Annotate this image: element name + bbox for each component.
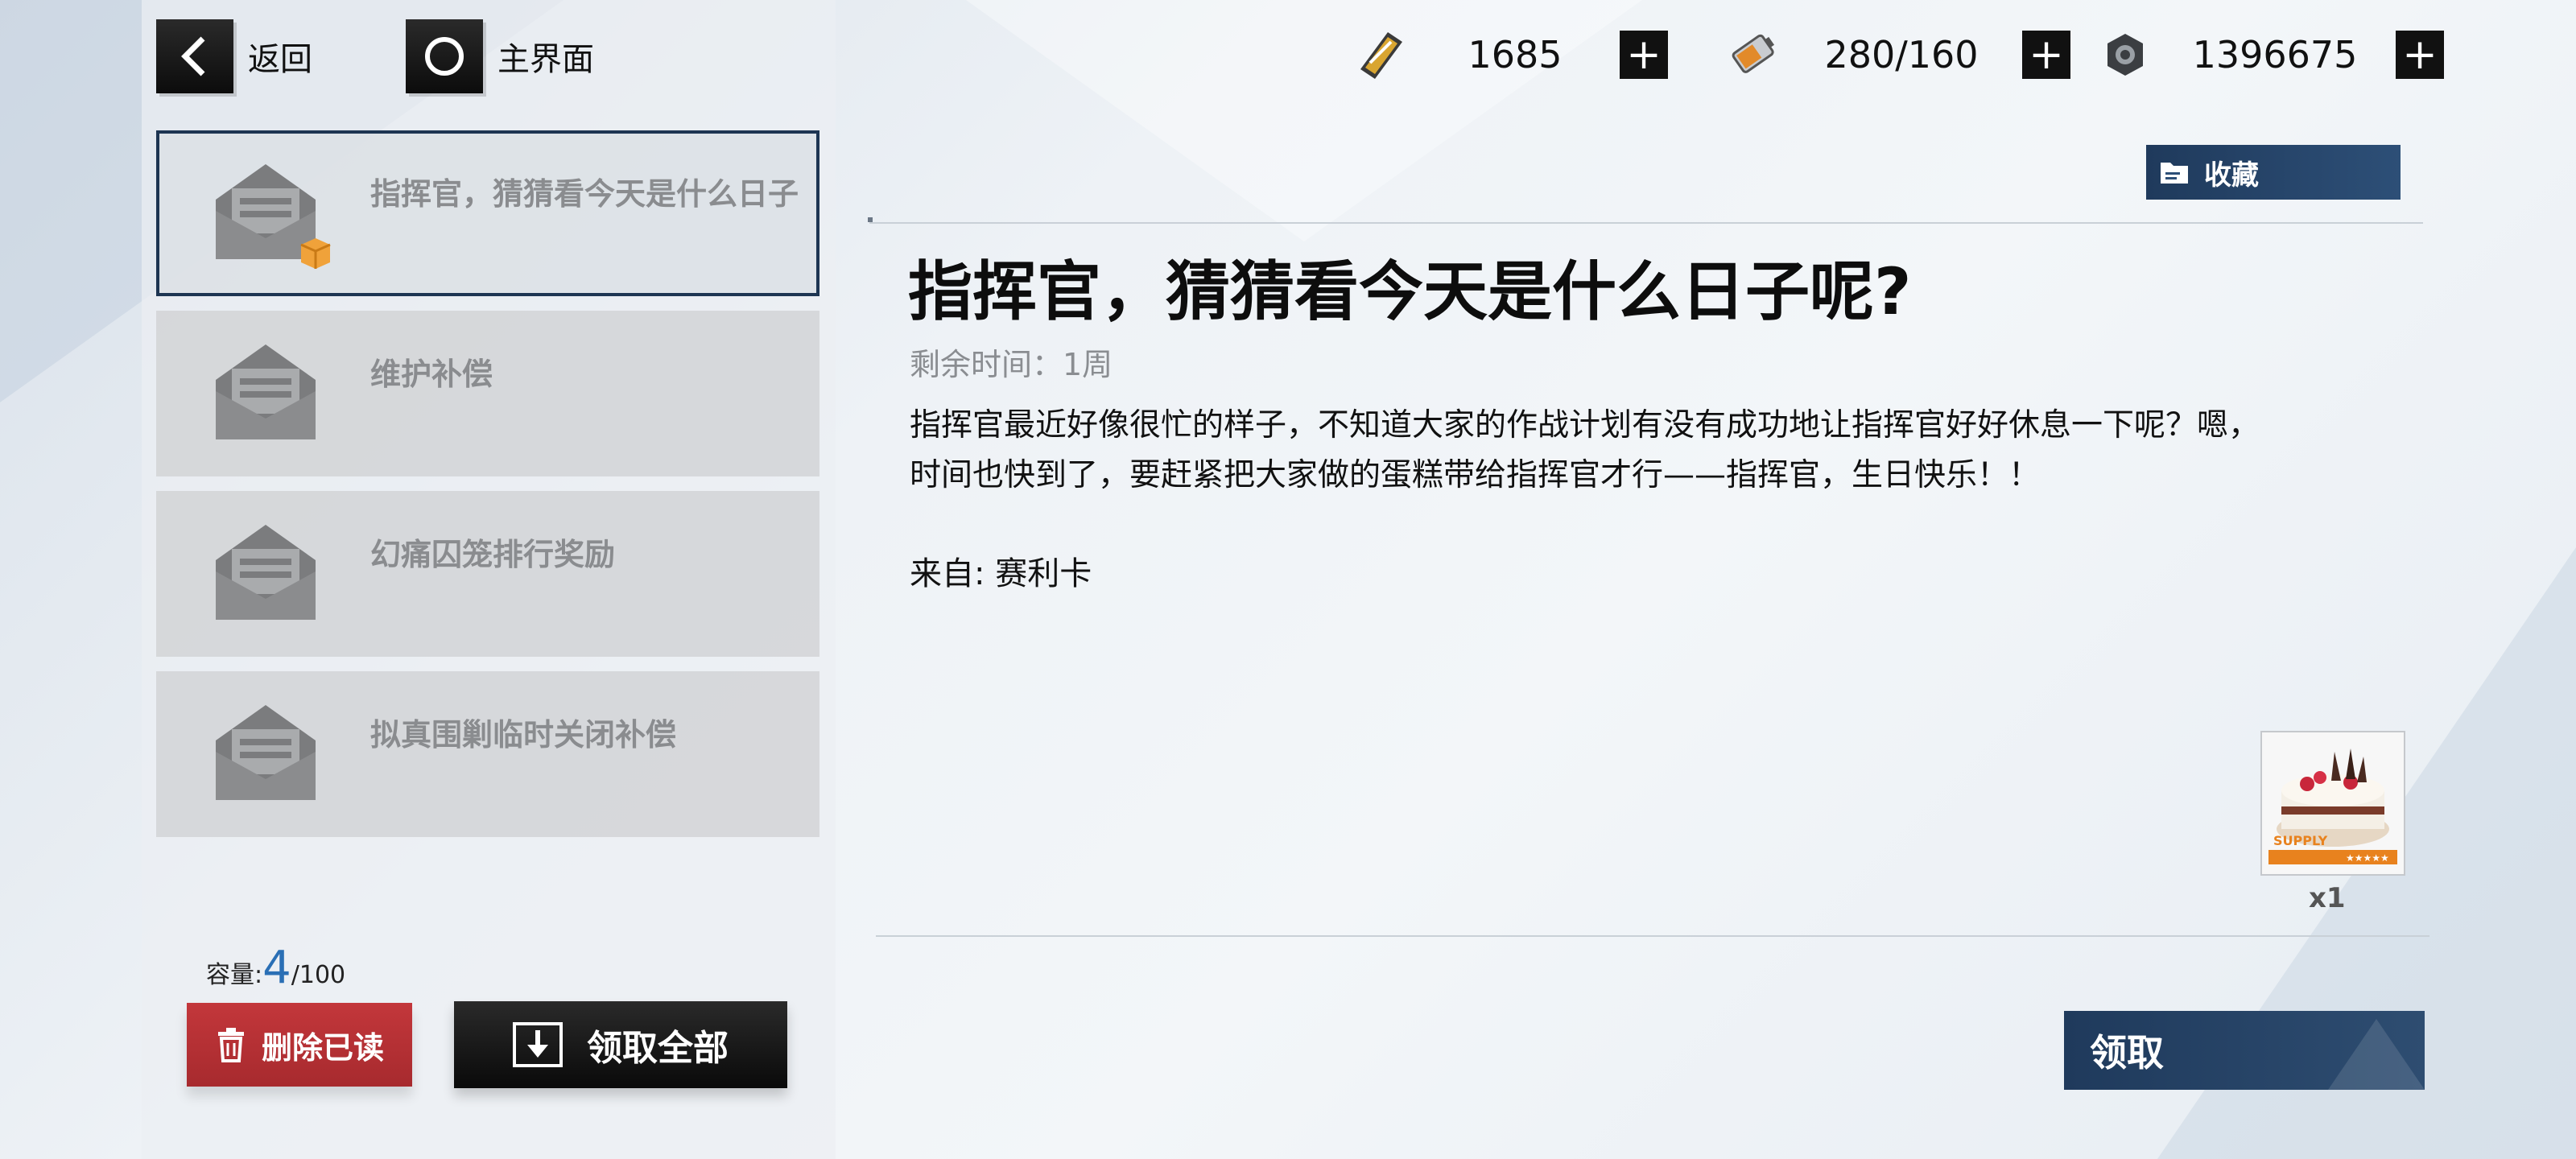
resource-parts: 1396675 +: [2096, 27, 2444, 82]
add-battery-button[interactable]: +: [2022, 31, 2070, 79]
divider-marker: [868, 217, 873, 222]
back-button[interactable]: 返回: [156, 19, 312, 93]
mailbox-capacity: 容量:4/100: [206, 942, 345, 994]
resource-ticket-value: 1685: [1468, 33, 1563, 76]
favorite-label: 收藏: [2204, 159, 2259, 192]
home-label: 主界面: [497, 41, 594, 78]
mail-list-item[interactable]: 幻痛囚笼排行奖励: [156, 491, 819, 657]
trash-icon: [217, 1028, 244, 1062]
attachment-item[interactable]: SUPPLY ★★★★★: [2260, 731, 2405, 876]
add-ticket-button[interactable]: +: [1620, 31, 1668, 79]
mail-body: 指挥官最近好像很忙的样子，不知道大家的作战计划有没有成功地让指挥官好好休息一下呢…: [910, 401, 2383, 501]
mail-body-line: 指挥官最近好像很忙的样子，不知道大家的作战计划有没有成功地让指挥官好好休息一下呢…: [910, 407, 2260, 443]
footer-divider: [876, 935, 2429, 937]
folder-icon: [2161, 163, 2188, 184]
battery-icon: [1732, 34, 1775, 73]
header-divider: [869, 222, 2423, 224]
mail-list-item[interactable]: 维护补偿: [156, 311, 819, 476]
envelope-open-icon: [216, 344, 316, 439]
resource-parts-value: 1396675: [2192, 33, 2358, 76]
chevron-left-icon: [156, 19, 233, 93]
mail-list-item[interactable]: 拟真围剿临时关闭补偿: [156, 671, 819, 837]
capacity-used: 4: [262, 942, 291, 994]
supply-tag: SUPPLY: [2273, 833, 2328, 848]
mail-title-label: 拟真围剿临时关闭补偿: [370, 717, 677, 753]
mail-title-label: 幻痛囚笼排行奖励: [370, 537, 616, 572]
mail-time-remaining: 剩余时间：1周: [910, 347, 1113, 382]
resource-battery: 280/160 +: [1723, 27, 2070, 82]
envelope-open-icon: [216, 525, 316, 620]
favorite-button[interactable]: 收藏: [2146, 145, 2401, 200]
gear-nut-icon: [2107, 34, 2143, 76]
add-parts-button[interactable]: +: [2396, 31, 2444, 79]
envelope-open-icon: [216, 705, 316, 800]
svg-text:★★★★★: ★★★★★: [2346, 852, 2389, 864]
cake-icon: SUPPLY ★★★★★: [2268, 749, 2397, 864]
attachment-count: x1: [2309, 882, 2346, 914]
claim-all-button[interactable]: 领取全部: [454, 1001, 787, 1088]
claim-button[interactable]: 领取: [2064, 1011, 2425, 1090]
claim-label: 领取: [2090, 1031, 2164, 1074]
mail-body-line: 时间也快到了，要赶紧把大家做的蛋糕带给指挥官才行——指挥官，生日快乐！！: [910, 457, 2041, 493]
download-icon: [513, 1022, 563, 1067]
claim-button-decoration: [2328, 1019, 2425, 1090]
claim-all-label: 领取全部: [587, 1028, 729, 1069]
ticket-icon: [1360, 32, 1402, 79]
capacity-total: /100: [291, 961, 346, 989]
delete-read-label: 删除已读: [261, 1029, 384, 1066]
mail-title-label: 指挥官，猜猜看今天是什么日子: [370, 176, 799, 212]
delete-read-button[interactable]: 删除已读: [187, 1003, 412, 1087]
mail-list: 指挥官，猜猜看今天是什么日子 维护补偿 幻痛囚笼排行奖励 拟真围剿临时关闭补偿: [156, 130, 819, 852]
resource-battery-value: 280/160: [1824, 33, 1979, 76]
back-nav: 返回: [156, 19, 312, 93]
home-nav: 主界面: [406, 19, 594, 93]
package-badge-icon: [300, 238, 331, 269]
mail-detail-title: 指挥官，猜猜看今天是什么日子呢?: [908, 254, 1912, 329]
back-label: 返回: [248, 41, 312, 78]
resource-ticket: 1685 +: [1352, 27, 1668, 82]
mail-list-item-selected[interactable]: 指挥官，猜猜看今天是什么日子: [156, 130, 819, 296]
home-button[interactable]: 主界面: [406, 19, 594, 93]
capacity-label: 容量:: [206, 961, 263, 989]
mail-title-label: 维护补偿: [370, 357, 493, 392]
circle-home-icon: [406, 19, 483, 93]
mail-sender: 来自: 赛利卡: [910, 555, 1092, 592]
